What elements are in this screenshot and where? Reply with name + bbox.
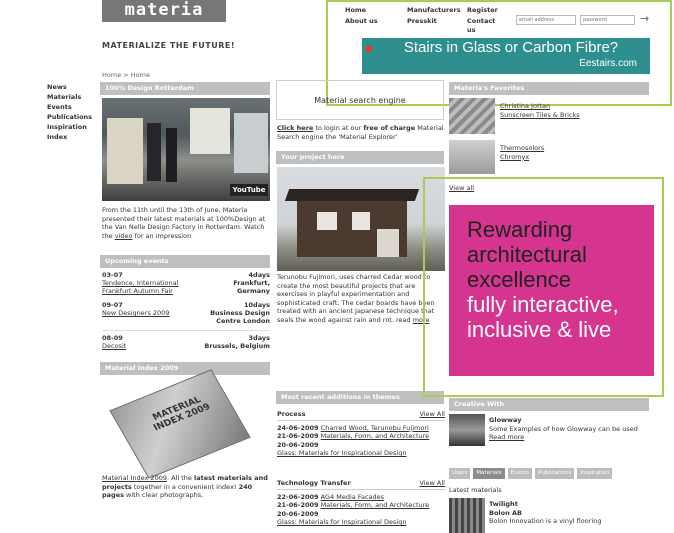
tab-inspiration[interactable]: Inspiration — [577, 468, 613, 479]
favorite-item: Thermosolors Chromyx — [500, 144, 544, 161]
latest-label: Latest materials — [449, 486, 502, 494]
breadcrumb[interactable]: Home > Home — [102, 71, 150, 79]
news-text: From the 11th until the 13th of June, Ma… — [102, 206, 266, 240]
list-item: 20-06-2009 Glass: Materials for Inspirati… — [277, 441, 445, 458]
search-box[interactable]: Material search engine — [276, 80, 444, 120]
list-item: 21-06-2009 Materials, Form, and Architec… — [277, 432, 430, 440]
video-link[interactable]: video — [115, 232, 133, 240]
search-text: Click here to login at our free of charg… — [277, 124, 444, 141]
logo[interactable]: materia — [102, 0, 226, 22]
highlight-frame-right — [423, 177, 664, 397]
process-viewall-link[interactable]: View All — [419, 410, 445, 419]
favorite-link[interactable]: Thermosolors — [500, 144, 544, 153]
tech-item-link[interactable]: Glass: Materials for Inspirational Desig… — [277, 518, 445, 527]
creative-header: Creative With — [449, 398, 649, 411]
list-item: 20-06-2009 Glass: Materials for Inspirati… — [277, 510, 445, 527]
events-header: Upcoming events — [100, 255, 270, 268]
youtube-logo: YouTube — [230, 184, 268, 196]
tab-publications[interactable]: Publications — [535, 468, 575, 479]
latest-thumb[interactable] — [449, 498, 485, 533]
latest-text: Twilight Bolon AB Bolon Innovation is a … — [489, 500, 602, 525]
index-link[interactable]: Material Index 2009 — [102, 474, 167, 482]
index-book-title: MATERIAL INDEX 2009 — [151, 395, 213, 434]
favorites-header: Materia's Favorites — [449, 82, 649, 95]
event-link[interactable]: New Designers 2009 — [102, 309, 169, 325]
tech-item-link[interactable]: Materials, Form, and Architecture — [321, 501, 430, 509]
list-item: 22-06-2009 AG4 Media Facades — [277, 492, 385, 501]
project-text: Terunobu Fujimori, uses charred Cedar wo… — [277, 273, 435, 324]
sidebar-item-events[interactable]: Events — [47, 102, 92, 112]
favorite-link[interactable]: Sunscreen Tiles & Bricks — [500, 111, 580, 120]
process-item-link[interactable]: Glass: Materials for Inspirational Desig… — [277, 449, 445, 458]
sidebar-item-index[interactable]: Index — [47, 132, 92, 142]
creative-thumb[interactable] — [449, 414, 485, 446]
tagline: MATERIALIZE THE FUTURE! — [102, 41, 235, 50]
sidebar-nav: News Materials Events Publications Inspi… — [47, 82, 92, 142]
sidebar-item-materials[interactable]: Materials — [47, 92, 92, 102]
project-photo[interactable] — [277, 167, 445, 271]
list-item: 24-06-2009 Charred Wood, Terunobu Fujimo… — [277, 423, 429, 432]
event-item: 09-07 10days New Designers 2009 Business D… — [102, 301, 270, 325]
favorite-link[interactable]: Christina Jottan — [500, 102, 580, 111]
news-video[interactable]: YouTube — [102, 98, 270, 201]
process-item-link[interactable]: Charred Wood, Terunobu Fujimori — [321, 424, 429, 432]
search-login-link[interactable]: Click here — [277, 124, 313, 132]
favorite-thumb[interactable] — [449, 140, 495, 174]
events-list: 03-07 4days Tendence, International Frank… — [102, 271, 270, 350]
favorite-thumb[interactable] — [449, 98, 495, 134]
tab-events[interactable]: Events — [507, 468, 533, 479]
index-text: Material Index 2009. All the latest mate… — [102, 474, 268, 499]
sidebar-item-publications[interactable]: Publications — [47, 112, 92, 122]
index-header: Material Index 2009 — [100, 362, 270, 375]
tech-viewall-link[interactable]: View All — [419, 479, 445, 488]
tab-bar: Users Materials Events Publications Insp… — [449, 468, 613, 479]
project-header: Your project here — [276, 151, 444, 164]
event-link[interactable]: Decosit — [102, 342, 126, 350]
recent-process: Process View All 24-06-2009 Charred Wood,… — [277, 410, 445, 458]
favorite-item: Christina Jottan Sunscreen Tiles & Brick… — [500, 102, 580, 119]
event-link[interactable]: Tendence, International Frankfurt Autumn… — [102, 279, 198, 295]
index-book-cover[interactable]: MATERIAL INDEX 2009 — [109, 369, 251, 479]
sidebar-item-news[interactable]: News — [47, 82, 92, 92]
process-item-link[interactable]: Materials, Form, and Architecture — [321, 432, 430, 440]
list-item: 21-06-2009 Materials, Form, and Architec… — [277, 501, 430, 509]
favorite-link[interactable]: Chromyx — [500, 153, 544, 162]
creative-text: Glowway Some Examples of how Glowway can… — [489, 416, 638, 441]
sidebar-item-inspiration[interactable]: Inspiration — [47, 122, 92, 132]
creative-readmore-link[interactable]: Read more — [489, 433, 524, 441]
news-header: 100% Design Rotterdam — [100, 82, 270, 95]
tab-users[interactable]: Users — [449, 468, 471, 479]
event-item: 08-09 3days Decosit Brussels, Belgium — [102, 330, 270, 350]
tech-item-link[interactable]: AG4 Media Facades — [321, 493, 384, 501]
tab-materials[interactable]: Materials — [473, 468, 505, 479]
recent-tech: Technology Transfer View All 22-06-2009 A… — [277, 479, 445, 527]
recent-header: Most recent additions in themes — [276, 391, 444, 404]
